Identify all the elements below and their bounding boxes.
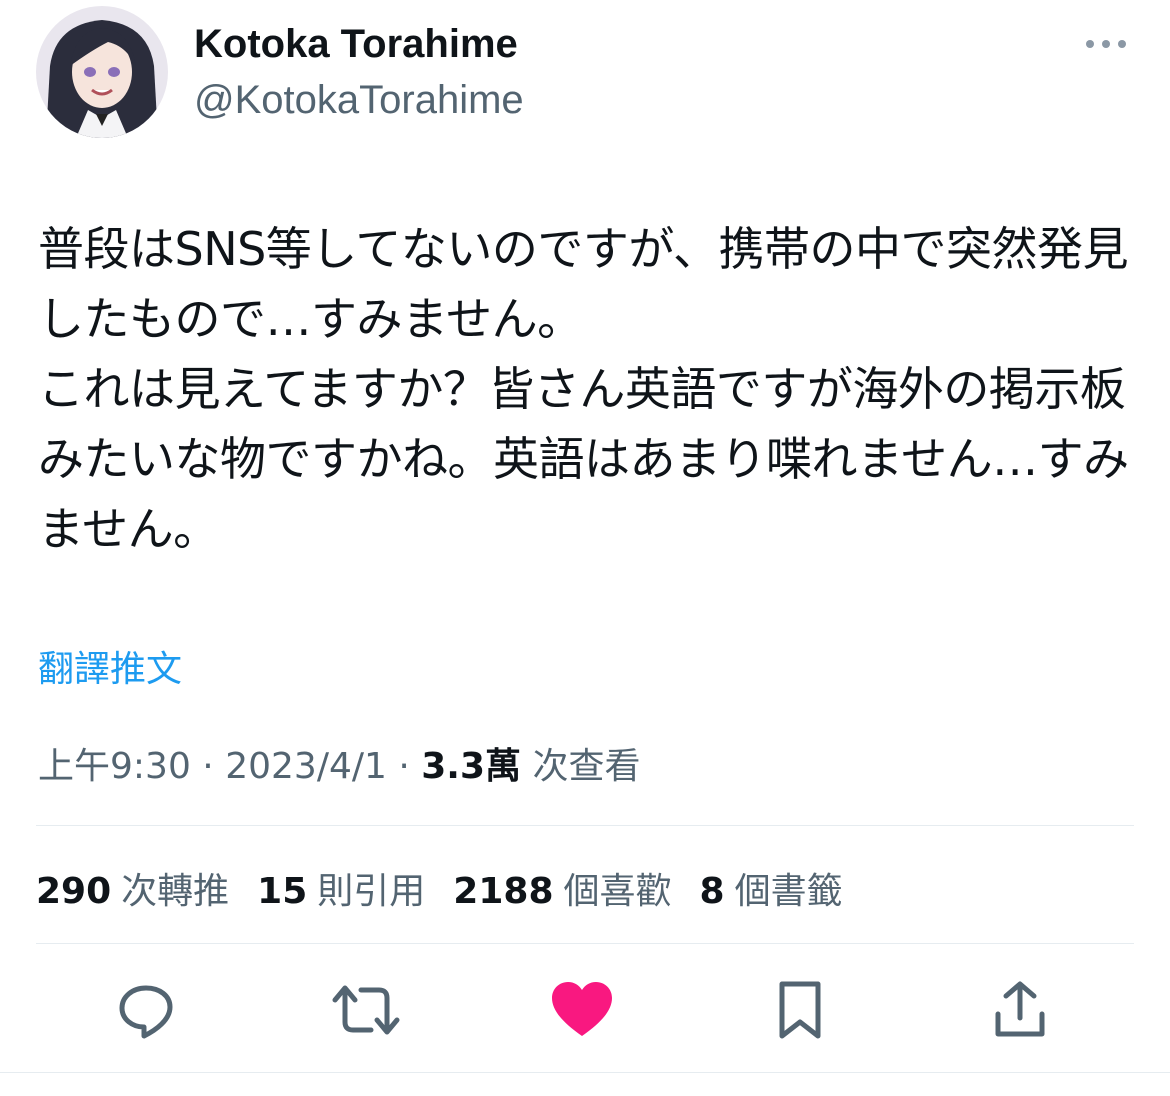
tweet-actions (36, 970, 1134, 1050)
tweet-time[interactable]: 上午9:30 (38, 746, 191, 787)
avatar[interactable] (36, 6, 168, 138)
divider (36, 825, 1134, 826)
meta-separator: · (202, 746, 214, 787)
bookmarks-count: 8 (699, 871, 725, 912)
divider (0, 1072, 1170, 1073)
more-options-icon[interactable] (1082, 32, 1130, 56)
bookmark-icon (779, 981, 821, 1039)
divider (36, 943, 1134, 944)
bookmarks-stat[interactable]: 8 個書籤 (700, 862, 843, 914)
likes-label: 個喜歡 (563, 871, 672, 912)
likes-stat[interactable]: 2188 個喜歡 (453, 862, 671, 914)
meta-separator: · (398, 746, 410, 787)
bookmark-button[interactable] (760, 970, 840, 1050)
tweet-header: Kotoka Torahime @KotokaTorahime (36, 6, 1136, 146)
views-label: 次查看 (532, 746, 641, 787)
retweets-count: 290 (36, 871, 112, 912)
quotes-count: 15 (257, 871, 308, 912)
share-icon (995, 981, 1045, 1037)
bookmarks-label: 個書籤 (734, 871, 843, 912)
reply-icon (119, 985, 173, 1039)
avatar-image (36, 6, 168, 138)
retweets-stat[interactable]: 290 次轉推 (36, 862, 229, 914)
author-handle[interactable]: @KotokaTorahime (194, 78, 524, 123)
retweets-label: 次轉推 (121, 871, 230, 912)
tweet-text: 普段はSNS等してないのですが、携帯の中で突然発見したもので…すみません。 これ… (38, 222, 1129, 556)
likes-count: 2188 (453, 871, 554, 912)
quotes-stat[interactable]: 15 則引用 (257, 862, 425, 914)
like-button[interactable] (542, 970, 622, 1050)
translate-tweet-link[interactable]: 翻譯推文 (38, 640, 182, 692)
share-button[interactable] (980, 970, 1060, 1050)
tweet-meta: 上午9:30 · 2023/4/1 · 3.3萬 次查看 (38, 737, 641, 789)
author-display-name[interactable]: Kotoka Torahime (194, 22, 518, 67)
retweet-button[interactable] (326, 970, 406, 1050)
tweet-stats: 290 次轉推 15 則引用 2188 個喜歡 8 個書籤 (36, 862, 843, 914)
views-count: 3.3萬 (421, 746, 522, 787)
heart-icon (552, 982, 612, 1036)
quotes-label: 則引用 (317, 871, 426, 912)
reply-button[interactable] (106, 970, 186, 1050)
tweet-date[interactable]: 2023/4/1 (225, 746, 387, 787)
retweet-icon (332, 985, 400, 1035)
